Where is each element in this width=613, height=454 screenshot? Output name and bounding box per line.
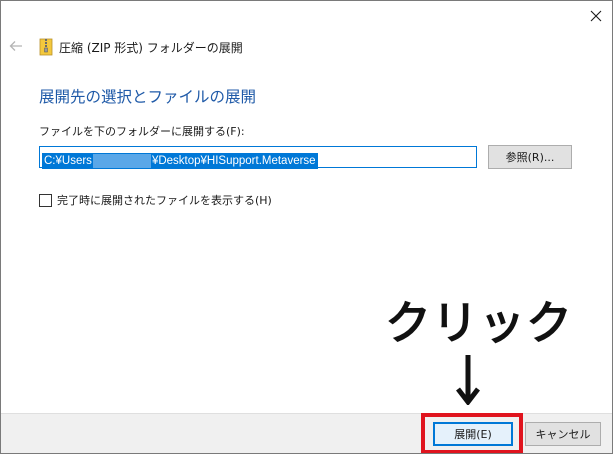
show-files-label: 完了時に展開されたファイルを表示する(H) [57, 194, 272, 207]
back-arrow-icon [9, 41, 22, 51]
extract-wizard-window: 圧縮 (ZIP 形式) フォルダーの展開 展開先の選択とファイルの展開 ファイル… [0, 0, 613, 454]
zip-folder-icon [39, 38, 53, 56]
show-files-checkbox[interactable] [39, 193, 52, 207]
window-title: 圧縮 (ZIP 形式) フォルダーの展開 [59, 40, 243, 55]
browse-button[interactable]: 参照(R)... [488, 145, 572, 169]
destination-path-input[interactable]: C:¥Users ¥Desktop¥HISupport.Metaverse [39, 146, 477, 169]
destination-label: ファイルを下のフォルダーに展開する(F): [39, 125, 245, 138]
cancel-button[interactable]: キャンセル [525, 422, 601, 446]
extract-button-highlight [421, 413, 523, 453]
click-annotation-text: クリック [385, 296, 573, 350]
page-heading: 展開先の選択とファイルの展開 [39, 88, 257, 106]
redacted-username [92, 154, 151, 168]
close-button[interactable] [584, 5, 608, 27]
destination-path-selection: C:¥Users ¥Desktop¥HISupport.Metaverse [42, 153, 318, 169]
back-button[interactable] [7, 37, 25, 55]
arrow-down-icon [456, 355, 480, 405]
show-files-option[interactable]: 完了時に展開されたファイルを表示する(H) [39, 192, 272, 208]
destination-path-end: ¥Desktop¥HISupport.Metaverse [151, 155, 316, 167]
destination-path-start: C:¥Users [44, 155, 92, 167]
window-title-bar: 圧縮 (ZIP 形式) フォルダーの展開 [39, 37, 243, 57]
close-icon [590, 10, 602, 22]
